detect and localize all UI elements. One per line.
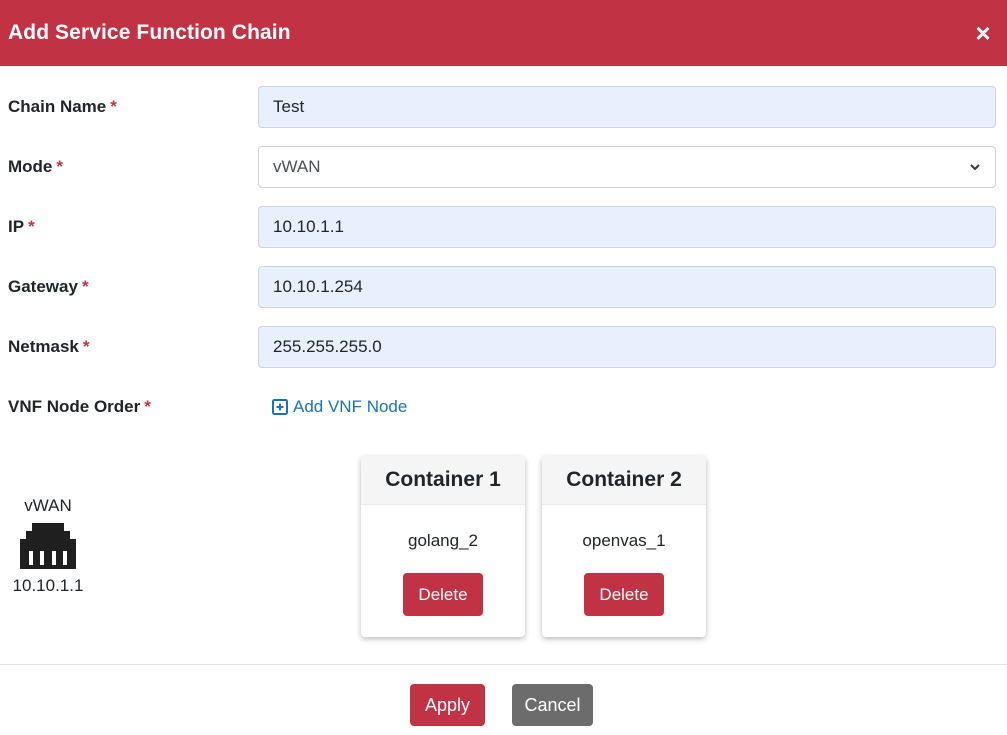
container-card: Container 1 golang_2 Delete bbox=[361, 456, 525, 637]
modal-title: Add Service Function Chain bbox=[8, 21, 291, 44]
add-vnf-node-label: Add VNF Node bbox=[293, 397, 408, 416]
container-title: Container 1 bbox=[361, 456, 525, 505]
add-vnf-node-link[interactable]: Add VNF Node bbox=[272, 386, 407, 428]
vwan-source-node: vWAN 10.10.1.1 bbox=[8, 495, 88, 597]
ip-input[interactable] bbox=[258, 206, 996, 248]
required-marker: * bbox=[110, 97, 117, 116]
close-button[interactable]: × bbox=[971, 18, 995, 48]
mode-row: Mode * vWAN bbox=[0, 146, 1007, 188]
chain-name-label: Chain Name * bbox=[8, 97, 117, 116]
required-marker: * bbox=[82, 337, 90, 356]
chain-name-row: Chain Name * bbox=[0, 86, 1007, 128]
footer-divider bbox=[0, 664, 1007, 665]
mode-select[interactable]: vWAN bbox=[258, 146, 996, 188]
container-card: Container 2 openvas_1 Delete bbox=[542, 456, 706, 637]
chain-name-input[interactable] bbox=[258, 86, 996, 128]
ethernet-port-icon bbox=[20, 523, 76, 569]
vnf-node-order-label: VNF Node Order * bbox=[8, 397, 151, 416]
mode-select-value: vWAN bbox=[273, 157, 321, 176]
delete-button[interactable]: Delete bbox=[584, 573, 664, 616]
container-name: golang_2 bbox=[408, 531, 478, 550]
vwan-ip: 10.10.1.1 bbox=[12, 576, 84, 595]
netmask-label: Netmask * bbox=[8, 337, 90, 356]
cancel-button[interactable]: Cancel bbox=[512, 684, 593, 726]
vwan-name: vWAN bbox=[24, 496, 72, 515]
container-title: Container 2 bbox=[542, 456, 706, 505]
container-name: openvas_1 bbox=[582, 531, 666, 550]
gateway-input[interactable] bbox=[258, 266, 996, 308]
chevron-down-icon bbox=[970, 164, 980, 171]
gateway-label: Gateway * bbox=[8, 277, 89, 296]
modal-header: Add Service Function Chain × bbox=[0, 0, 1007, 66]
required-marker: * bbox=[28, 217, 35, 236]
vnf-node-order-row: VNF Node Order * Add VNF Node bbox=[0, 386, 1007, 428]
delete-button[interactable]: Delete bbox=[403, 573, 483, 616]
ip-row: IP * bbox=[0, 206, 1007, 248]
mode-label: Mode * bbox=[8, 157, 64, 176]
netmask-input[interactable] bbox=[258, 326, 996, 368]
required-marker: * bbox=[56, 157, 64, 176]
apply-button[interactable]: Apply bbox=[410, 684, 485, 726]
netmask-row: Netmask * bbox=[0, 326, 1007, 368]
ip-label: IP * bbox=[8, 217, 35, 236]
plus-square-icon bbox=[272, 399, 288, 415]
required-marker: * bbox=[144, 397, 151, 416]
gateway-row: Gateway * bbox=[0, 266, 1007, 308]
required-marker: * bbox=[81, 277, 89, 296]
